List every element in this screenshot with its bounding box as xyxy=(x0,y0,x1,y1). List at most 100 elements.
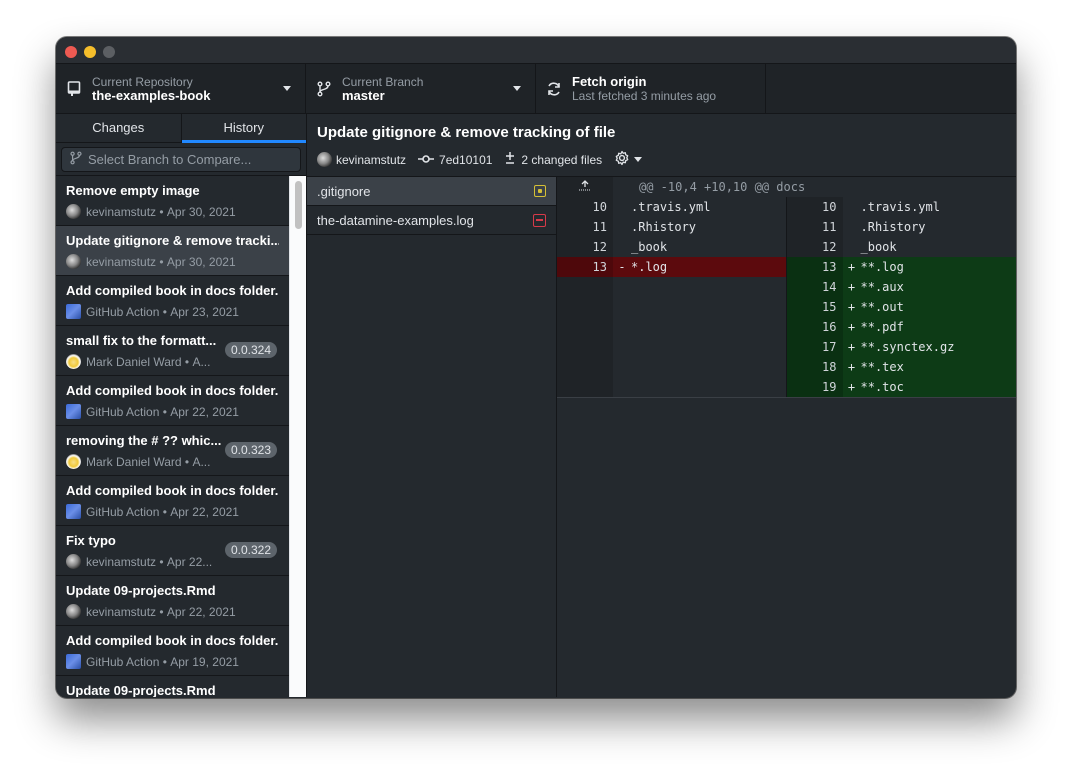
avatar xyxy=(66,654,81,669)
line-number[interactable]: 19 xyxy=(786,377,843,397)
diff-marker: - xyxy=(618,260,626,274)
code-text: **.out xyxy=(860,300,904,314)
line-number[interactable] xyxy=(557,317,613,337)
commit-list-item[interactable]: small fix to the formatt... Mark Daniel W… xyxy=(56,326,289,376)
commit-item-title: Add compiled book in docs folder. xyxy=(66,383,279,398)
zoom-window-button[interactable] xyxy=(103,46,115,58)
line-number[interactable]: 11 xyxy=(786,217,843,237)
diff-left-line: 13- *.log xyxy=(557,257,787,277)
line-number[interactable]: 17 xyxy=(786,337,843,357)
commit-item-date: A... xyxy=(192,454,211,469)
diff-marker xyxy=(613,217,631,237)
repository-label: Current Repository xyxy=(92,74,193,89)
commit-item-author: Mark Daniel Ward xyxy=(86,354,182,369)
code-text: _book xyxy=(860,240,897,254)
diff-row: 14 + **.aux xyxy=(557,277,1016,297)
fetch-origin-button[interactable]: Fetch origin Last fetched 3 minutes ago xyxy=(536,64,766,113)
branch-name: master xyxy=(342,87,385,103)
tab-history[interactable]: History xyxy=(181,114,307,143)
scrollbar[interactable] xyxy=(289,176,306,697)
commit-list-item[interactable]: Fix typo kevinamstutz • Apr 22... 0.0.322 xyxy=(56,526,289,576)
line-number[interactable]: 12 xyxy=(557,237,613,257)
commit-item-author: kevinamstutz xyxy=(86,204,157,219)
code-text: .travis.yml xyxy=(631,200,711,214)
code-text: .travis.yml xyxy=(860,200,940,214)
avatar xyxy=(66,404,81,419)
separator-dot: • xyxy=(156,554,167,569)
commit-list-item[interactable]: Add compiled book in docs folder. GitHub … xyxy=(56,476,289,526)
diff-left-line: 12 _book xyxy=(557,237,787,257)
commit-list-item[interactable]: Add compiled book in docs folder. GitHub … xyxy=(56,626,289,676)
commit-list-item[interactable]: Update gitignore & remove tracki... kevin… xyxy=(56,226,289,276)
commit-list-item[interactable]: Update 09-projects.Rmd xyxy=(56,676,289,697)
diff-left-line xyxy=(557,277,787,297)
line-number[interactable] xyxy=(557,357,613,377)
sidebar-tabs: Changes History xyxy=(56,114,306,143)
diff-right-line: 16 + **.pdf xyxy=(786,317,1016,337)
separator-dot: • xyxy=(181,454,193,469)
line-number[interactable] xyxy=(557,337,613,357)
diff-row: 12 _book 12 _book xyxy=(557,237,1016,257)
commit-list-item[interactable]: Add compiled book in docs folder. GitHub … xyxy=(56,276,289,326)
commit-icon xyxy=(418,153,435,167)
commit-item-author: kevinamstutz xyxy=(86,554,157,569)
diff-marker: + xyxy=(847,300,856,314)
diff-marker xyxy=(613,377,631,397)
commit-item-author: kevinamstutz xyxy=(86,254,157,269)
diff-marker xyxy=(613,337,631,357)
diff-left-line xyxy=(557,357,787,377)
diff-icon xyxy=(504,151,516,168)
line-number[interactable]: 13 xyxy=(557,257,613,277)
line-number[interactable]: 12 xyxy=(786,237,843,257)
commit-list-item[interactable]: Update 09-projects.Rmd kevinamstutz • Apr… xyxy=(56,576,289,626)
commit-item-date: Apr 30, 2021 xyxy=(166,254,236,269)
line-number[interactable]: 16 xyxy=(786,317,843,337)
commit-list-item[interactable]: removing the # ?? whic... Mark Daniel War… xyxy=(56,426,289,476)
line-number[interactable]: 15 xyxy=(786,297,843,317)
line-number[interactable] xyxy=(557,277,613,297)
diff-right-line: 17 + **.synctex.gz xyxy=(786,337,1016,357)
line-number[interactable] xyxy=(557,297,613,317)
hunk-header: @@ -10,4 +10,10 @@ docs xyxy=(557,177,1016,197)
line-number[interactable]: 11 xyxy=(557,217,613,237)
commit-list-item[interactable]: Remove empty image kevinamstutz • Apr 30,… xyxy=(56,176,289,226)
commit-item-title: Remove empty image xyxy=(66,183,200,198)
diff-options-button[interactable] xyxy=(614,150,643,169)
diff-row: 19 + **.toc xyxy=(557,377,1016,397)
code-text: **.log xyxy=(860,260,904,274)
minimize-window-button[interactable] xyxy=(84,46,96,58)
commit-item-date: Apr 22, 2021 xyxy=(170,404,239,419)
diff-row: 17 + **.synctex.gz xyxy=(557,337,1016,357)
close-window-button[interactable] xyxy=(65,46,77,58)
tab-changes[interactable]: Changes xyxy=(56,114,182,142)
commit-item-title: Update gitignore & remove tracki... xyxy=(66,233,279,248)
current-repository-button[interactable]: Current Repository the-examples-book xyxy=(56,64,306,113)
expand-up-icon[interactable] xyxy=(557,177,613,197)
commit-list-item[interactable]: Add compiled book in docs folder. GitHub … xyxy=(56,376,289,426)
code-text: *.log xyxy=(631,260,668,274)
avatar xyxy=(66,254,81,269)
line-number[interactable]: 14 xyxy=(786,277,843,297)
commit-item-date: Apr 22... xyxy=(166,554,213,569)
line-number[interactable]: 10 xyxy=(557,197,613,217)
diff-row: 16 + **.pdf xyxy=(557,317,1016,337)
line-number[interactable] xyxy=(557,377,613,397)
current-branch-button[interactable]: Current Branch master xyxy=(306,64,536,113)
changed-file-item[interactable]: .gitignore xyxy=(307,177,556,206)
code-text: _book xyxy=(631,240,668,254)
line-number[interactable]: 10 xyxy=(786,197,843,217)
scrollbar-thumb[interactable] xyxy=(295,181,302,229)
compare-branch-input[interactable]: Select Branch to Compare... xyxy=(61,147,301,172)
commit-item-date: Apr 23, 2021 xyxy=(170,304,239,319)
sidebar: Changes History Select Branch to Compare… xyxy=(56,114,306,697)
line-number[interactable]: 13 xyxy=(786,257,843,277)
diff-row: 15 + **.out xyxy=(557,297,1016,317)
commit-sha[interactable]: 7ed10101 xyxy=(439,153,492,167)
diff-row: 13- *.log 13 + **.log xyxy=(557,257,1016,277)
line-number[interactable]: 18 xyxy=(786,357,843,377)
changed-file-item[interactable]: the-datamine-examples.log xyxy=(307,206,556,235)
diff-left-line: 10 .travis.yml xyxy=(557,197,787,217)
last-fetched-text: Last fetched 3 minutes ago xyxy=(572,88,717,103)
